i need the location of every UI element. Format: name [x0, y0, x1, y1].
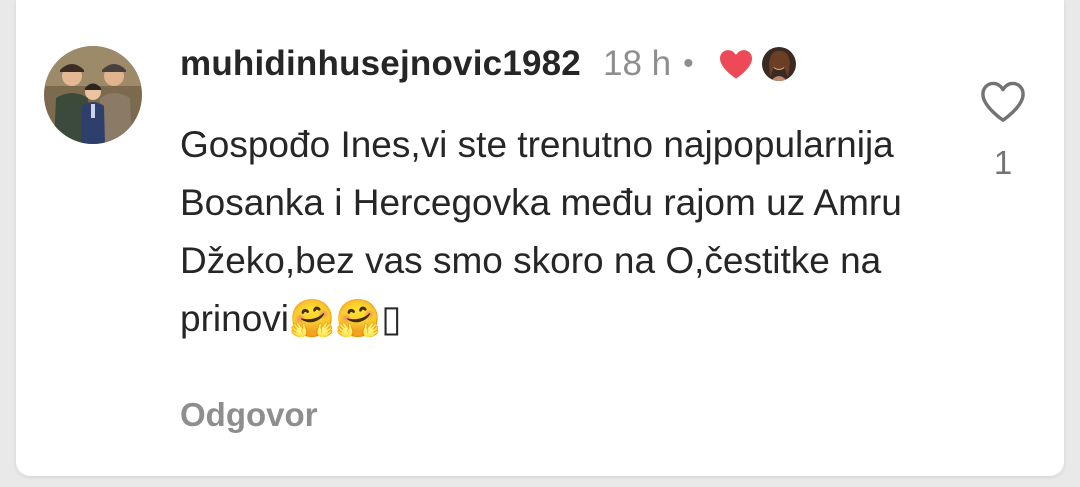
username-link[interactable]: muhidinhusejnovic1982: [180, 44, 581, 84]
like-count: 1: [993, 144, 1013, 181]
like-button[interactable]: [980, 80, 1026, 124]
heart-filled-icon: [718, 48, 754, 80]
unsupported-glyph: ▯: [381, 298, 402, 339]
reply-button[interactable]: Odgovor: [180, 396, 318, 434]
timestamp: 18 h: [602, 44, 672, 83]
author-avatar: [761, 47, 796, 81]
comment-header: muhidinhusejnovic1982 18 h •: [180, 40, 796, 88]
user-avatar[interactable]: [44, 46, 142, 144]
comment-text: Gospođo Ines,vi ste trenutno najpopularn…: [180, 116, 960, 348]
comment-card: muhidinhusejnovic1982 18 h • Gospođo Ine…: [16, 0, 1064, 476]
comment-body: Gospođo Ines,vi ste trenutno najpopularn…: [180, 124, 902, 339]
separator-dot: •: [683, 47, 694, 80]
heart-outline-icon: [981, 81, 1025, 122]
